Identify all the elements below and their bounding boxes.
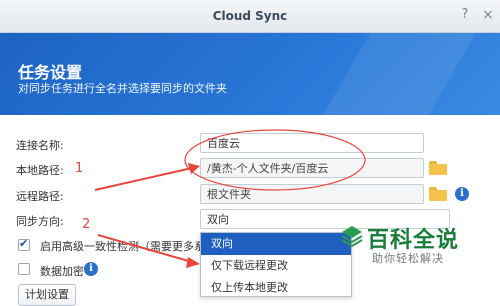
window-title: Cloud Sync	[212, 9, 288, 23]
annotation-number-2: 2	[82, 217, 91, 232]
info-icon[interactable]: i	[455, 187, 469, 201]
close-icon[interactable]: ×	[479, 6, 497, 24]
sync-direction-label: 同步方向:	[16, 215, 64, 228]
annotation-arrow-1	[94, 167, 193, 191]
local-path-input[interactable]: /黄杰-个人文件夹/百度云	[200, 158, 424, 178]
encryption-label: 数据加密	[40, 265, 84, 278]
dropdown-option-upload-only[interactable]: 仅上传本地更改	[201, 277, 351, 296]
annotation-arrow-2-head	[186, 257, 200, 268]
advanced-consistency-checkbox[interactable]	[18, 237, 30, 251]
annotation-number-1: 1	[75, 161, 84, 176]
annotation-arrow-1-head	[188, 163, 200, 174]
watermark-logo-icon	[341, 226, 363, 248]
remote-path-input[interactable]: 根文件夹	[200, 184, 424, 204]
folder-icon[interactable]	[429, 187, 447, 201]
encryption-checkbox[interactable]	[18, 263, 30, 275]
connection-name-label: 连接名称:	[16, 139, 64, 152]
remote-path-label: 远程路径:	[16, 190, 64, 203]
page-subtitle: 对同步任务进行全名并选择要同步的文件夹	[18, 82, 227, 95]
dropdown-option-bidirectional[interactable]: 双向	[201, 233, 351, 255]
info-icon[interactable]: i	[84, 262, 98, 276]
window-titlebar: Cloud Sync	[0, 0, 500, 33]
folder-icon[interactable]	[429, 161, 447, 175]
help-icon[interactable]: ?	[456, 6, 474, 24]
connection-name-input[interactable]: 百度云	[200, 133, 424, 153]
advanced-consistency-label: 启用高级一致性检测（需要更多系统资	[40, 240, 200, 253]
settings-header: 任务设置 对同步任务进行全名并选择要同步的文件夹	[0, 33, 500, 115]
local-path-label: 本地路径:	[16, 164, 64, 177]
watermark-subtitle: 助你轻松解决	[372, 252, 444, 265]
dropdown-option-download-only[interactable]: 仅下载远程更改	[201, 255, 351, 277]
schedule-settings-button[interactable]: 计划设置	[18, 284, 76, 306]
sync-direction-dropdown: 双向 仅下载远程更改 仅上传本地更改	[200, 232, 352, 297]
